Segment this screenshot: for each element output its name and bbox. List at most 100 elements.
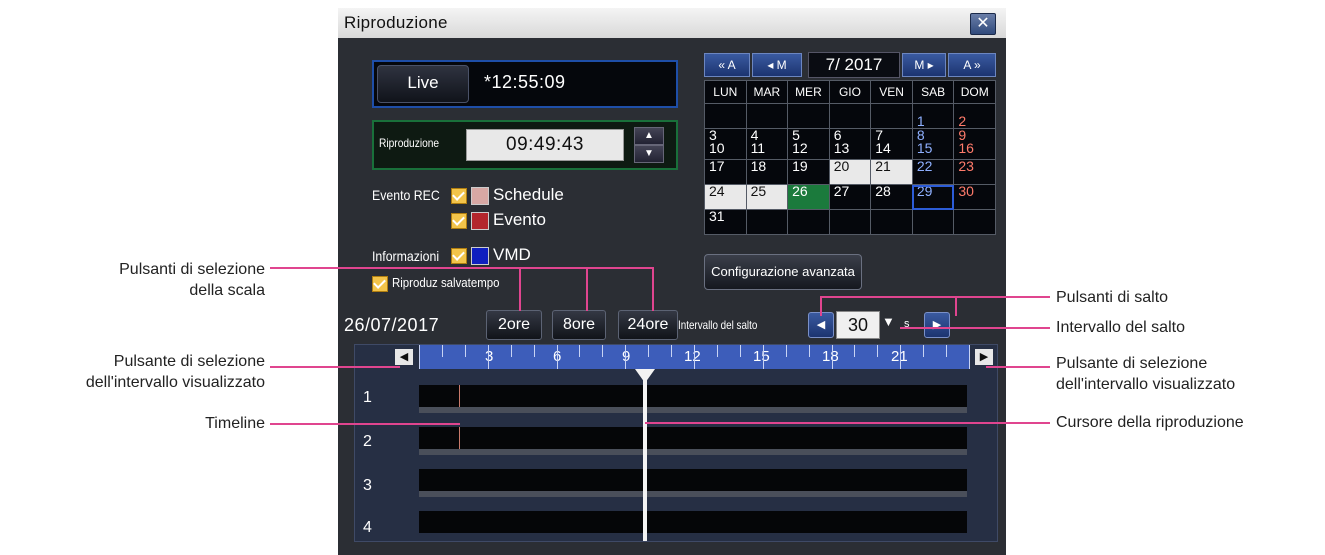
calendar-day[interactable] xyxy=(870,103,913,129)
calendar-day-today[interactable]: 29 xyxy=(911,184,955,210)
playback-window: Riproduzione ✕ Live *12:55:09 Riproduzio… xyxy=(338,8,1006,555)
calendar-day[interactable]: 1 xyxy=(911,103,955,129)
schedule-label: Schedule xyxy=(493,185,564,204)
calendar-day[interactable]: 8 15 xyxy=(911,128,955,160)
callout-range-left: Pulsante di selezione dell'intervallo vi… xyxy=(85,353,265,391)
calendar-day[interactable] xyxy=(911,209,955,235)
callout-line xyxy=(820,296,1050,298)
calendar-day[interactable]: 25 xyxy=(745,184,789,210)
calendar-day[interactable]: 9 16 xyxy=(953,128,996,160)
calendar-day[interactable]: 21 xyxy=(870,159,913,185)
calendar-day[interactable] xyxy=(870,209,913,235)
calendar-day[interactable]: 22 xyxy=(911,159,955,185)
time-up-button[interactable]: ▲ xyxy=(634,127,664,145)
dropdown-icon[interactable]: ▼ xyxy=(882,314,895,329)
jump-interval-value[interactable]: 30 xyxy=(836,311,880,339)
calendar: « A ◂ M 7/ 2017 M ▸ A » LUN MAR MER GIO … xyxy=(704,52,996,240)
playback-time-field[interactable]: 09:49:43 xyxy=(466,129,624,161)
timeline-date: 26/07/2017 xyxy=(344,315,440,335)
scale-tick xyxy=(946,345,948,357)
scale-24h-button[interactable]: 24ore xyxy=(618,310,678,340)
weekday-sat: SAB xyxy=(911,80,955,104)
arrow-left-icon: ◀ xyxy=(399,351,409,363)
timeline[interactable]: ◀ ▶ 3 6 9 12 15 18 21 1 2 3 4 xyxy=(354,344,998,542)
time-saver-checkbox[interactable] xyxy=(372,276,388,292)
calendar-day[interactable]: 7 14 xyxy=(870,128,913,160)
camera-track[interactable] xyxy=(419,511,967,533)
live-panel: Live *12:55:09 xyxy=(372,60,678,108)
camera-track[interactable] xyxy=(419,469,967,491)
calendar-day[interactable] xyxy=(787,103,830,129)
camera-track[interactable] xyxy=(419,385,967,407)
calendar-day[interactable] xyxy=(953,209,996,235)
hour-label: 3 xyxy=(485,348,494,365)
scale-tick xyxy=(923,345,925,357)
time-stepper: ▲ ▼ xyxy=(634,127,664,163)
close-icon: ✕ xyxy=(976,15,990,32)
prev-month-button[interactable]: ◂ M xyxy=(752,53,802,77)
calendar-day[interactable]: 5 12 xyxy=(787,128,830,160)
recording-mark xyxy=(459,385,460,407)
scale-tick xyxy=(602,345,604,357)
calendar-day[interactable]: 24 xyxy=(704,184,747,210)
callout-line xyxy=(820,296,822,316)
arrow-right-icon: ▶ xyxy=(932,319,942,331)
calendar-day[interactable]: 2 xyxy=(953,103,996,129)
track-separator xyxy=(419,491,967,497)
calendar-day[interactable] xyxy=(704,103,747,129)
calendar-day[interactable]: 4 11 xyxy=(745,128,789,160)
calendar-day[interactable] xyxy=(828,209,872,235)
calendar-day[interactable]: 23 xyxy=(953,159,996,185)
callout-line xyxy=(519,267,521,311)
calendar-day[interactable]: 20 xyxy=(828,159,872,185)
camera-track[interactable] xyxy=(419,427,967,449)
calendar-day[interactable] xyxy=(828,103,872,129)
calendar-day-selected[interactable]: 26 xyxy=(787,184,830,210)
recording-mark xyxy=(459,427,460,449)
scale-tick xyxy=(739,345,741,357)
scale-tick xyxy=(671,345,673,357)
scale-tick xyxy=(694,345,695,369)
time-down-button[interactable]: ▼ xyxy=(634,145,664,163)
calendar-day[interactable]: 6 13 xyxy=(828,128,872,160)
vmd-label: VMD xyxy=(493,245,531,264)
event-checkbox[interactable] xyxy=(451,213,467,229)
range-right-button[interactable]: ▶ xyxy=(975,349,993,365)
calendar-day[interactable]: 17 xyxy=(704,159,747,185)
playback-label: Riproduzione xyxy=(379,136,440,150)
weekday-fri: VEN xyxy=(870,80,913,104)
calendar-day[interactable] xyxy=(787,209,830,235)
calendar-day[interactable]: 30 xyxy=(953,184,996,210)
schedule-checkbox[interactable] xyxy=(451,188,467,204)
scale-tick xyxy=(900,345,902,369)
scale-tick xyxy=(808,345,810,357)
scale-tick xyxy=(419,345,420,369)
scale-8h-button[interactable]: 8ore xyxy=(552,310,606,340)
close-button[interactable]: ✕ xyxy=(970,13,996,35)
scale-tick xyxy=(762,345,764,369)
calendar-day[interactable] xyxy=(745,103,789,129)
calendar-day[interactable]: 19 xyxy=(787,159,830,185)
prev-year-button[interactable]: « A xyxy=(704,53,750,77)
calendar-day[interactable]: 27 xyxy=(828,184,872,210)
jump-forward-button[interactable]: ▶ xyxy=(924,312,950,338)
calendar-day[interactable]: 28 xyxy=(870,184,913,210)
jump-interval-label: Intervallo del salto xyxy=(678,318,758,332)
next-month-button[interactable]: M ▸ xyxy=(902,53,946,77)
scale-2h-button[interactable]: 2ore xyxy=(486,310,542,340)
arrow-right-icon: ▶ xyxy=(979,351,989,363)
live-button[interactable]: Live xyxy=(377,65,469,103)
calendar-day[interactable]: 3 10 xyxy=(704,128,747,160)
calendar-day[interactable] xyxy=(745,209,789,235)
calendar-day[interactable]: 18 xyxy=(745,159,789,185)
live-time: *12:55:09 xyxy=(484,72,566,92)
info-label: Informazioni xyxy=(372,248,440,264)
playback-cursor[interactable] xyxy=(643,373,647,541)
callout-line xyxy=(955,296,957,316)
range-left-button[interactable]: ◀ xyxy=(395,349,413,365)
vmd-checkbox[interactable] xyxy=(451,248,467,264)
calendar-day[interactable]: 31 xyxy=(704,209,747,235)
scale-tick xyxy=(464,345,466,357)
advanced-settings-button[interactable]: Configurazione avanzata xyxy=(704,254,862,290)
next-year-button[interactable]: A » xyxy=(948,53,996,77)
